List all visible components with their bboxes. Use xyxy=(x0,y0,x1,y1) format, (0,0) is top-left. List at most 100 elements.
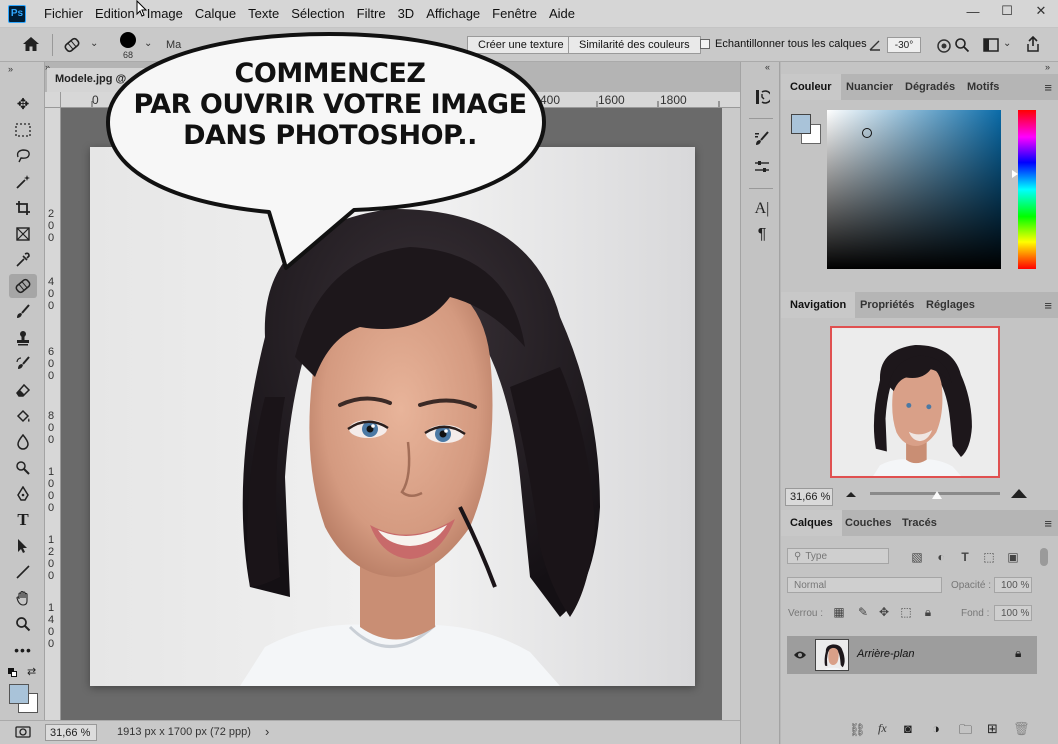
navigator-zoom-slider[interactable] xyxy=(870,491,1000,499)
healing-brush-tool-icon[interactable] xyxy=(9,274,37,298)
swap-colors-icon[interactable]: ⇄ xyxy=(27,665,36,678)
eraser-tool-icon[interactable] xyxy=(9,378,37,402)
move-tool-icon[interactable]: ✥ xyxy=(9,92,37,116)
fill-input[interactable]: 100 % xyxy=(994,605,1032,621)
zoom-slider-handle[interactable] xyxy=(932,491,942,499)
layer-filter-select[interactable]: ⚲ Type xyxy=(787,548,889,564)
tab-couleur[interactable]: Couleur xyxy=(781,74,841,100)
tab-traces[interactable]: Tracés xyxy=(893,510,946,536)
layer-style-icon[interactable]: fx xyxy=(878,721,887,736)
checkbox-box[interactable] xyxy=(700,39,710,49)
link-layers-icon[interactable]: ⛓ xyxy=(849,722,866,738)
status-arrow-icon[interactable]: › xyxy=(265,724,269,739)
maximize-button[interactable]: ☐ xyxy=(990,0,1024,22)
tab-calques[interactable]: Calques xyxy=(781,510,842,536)
line-tool-icon[interactable] xyxy=(9,560,37,584)
vertical-ruler[interactable]: 2 0 0 4 0 0 6 0 0 8 0 0 1 0 0 0 1 2 0 0 … xyxy=(45,108,61,720)
zoom-out-icon[interactable] xyxy=(845,490,857,498)
filter-shape-icon[interactable]: ⬚ xyxy=(981,550,997,564)
brush-settings-icon[interactable] xyxy=(751,128,773,150)
character-panel-icon[interactable]: A| xyxy=(751,198,773,220)
workspace-icon[interactable] xyxy=(983,38,999,52)
blur-tool-icon[interactable] xyxy=(9,430,37,454)
menu-affichage[interactable]: Affichage xyxy=(420,6,486,21)
marquee-tool-icon[interactable] xyxy=(9,118,37,142)
pen-tool-icon[interactable] xyxy=(9,482,37,506)
home-icon[interactable] xyxy=(22,36,40,52)
panel-menu-icon[interactable]: ≡ xyxy=(1044,80,1052,95)
vertical-scrollbar[interactable] xyxy=(722,108,740,720)
tab-proprietes[interactable]: Propriétés xyxy=(851,292,923,318)
layer-row[interactable]: Arrière-plan 🔒︎ xyxy=(787,636,1037,674)
lock-position-icon[interactable]: ✥ xyxy=(876,605,892,619)
color-similarity-button[interactable]: Similarité des couleurs xyxy=(568,36,701,54)
collapse-arrows-icon[interactable]: « xyxy=(765,62,770,72)
ruler-corner[interactable] xyxy=(45,92,61,108)
add-mask-icon[interactable]: ◙ xyxy=(904,721,912,736)
lock-all-icon[interactable]: 🔒︎ xyxy=(920,605,936,620)
angle-input[interactable]: -30° xyxy=(887,37,921,53)
filter-pixel-icon[interactable]: ▧ xyxy=(909,550,925,564)
share-icon[interactable] xyxy=(1026,36,1040,52)
sample-all-layers-checkbox[interactable]: Echantillonner tous les calques xyxy=(700,38,867,50)
zoom-in-icon[interactable] xyxy=(1010,487,1028,499)
panel-foreground-swatch[interactable] xyxy=(791,114,811,134)
magic-wand-tool-icon[interactable] xyxy=(9,170,37,194)
blend-mode-select[interactable]: Normal xyxy=(787,577,942,593)
filter-smart-object-icon[interactable]: ▣ xyxy=(1005,550,1021,564)
tab-motifs[interactable]: Motifs xyxy=(958,74,1008,100)
menu-3d[interactable]: 3D xyxy=(392,6,421,21)
layer-lock-icon[interactable]: 🔒︎ xyxy=(1015,646,1021,661)
menu-selection[interactable]: Sélection xyxy=(285,6,350,21)
new-adjustment-layer-icon[interactable]: ◑ xyxy=(932,721,940,736)
tab-reglages[interactable]: Réglages xyxy=(917,292,984,318)
pressure-icon[interactable] xyxy=(936,38,952,54)
visibility-eye-icon[interactable] xyxy=(793,650,807,660)
new-layer-icon[interactable]: ⊞ xyxy=(987,721,998,737)
menu-aide[interactable]: Aide xyxy=(543,6,581,21)
collapse-arrows-icon[interactable]: » xyxy=(8,64,13,74)
close-button[interactable]: ✕ xyxy=(1024,0,1058,22)
clone-stamp-tool-icon[interactable] xyxy=(9,326,37,350)
more-tools-icon[interactable]: ••• xyxy=(9,638,37,662)
quick-mask-status-icon[interactable] xyxy=(15,726,31,738)
panel-menu-icon[interactable]: ≡ xyxy=(1044,516,1052,531)
tab-degrades[interactable]: Dégradés xyxy=(896,74,964,100)
lock-artboard-icon[interactable]: ⬚ xyxy=(898,605,914,619)
filter-type-icon[interactable]: T xyxy=(957,550,973,564)
frame-tool-icon[interactable] xyxy=(9,222,37,246)
tab-navigation[interactable]: Navigation xyxy=(781,292,856,318)
photoshop-logo[interactable]: Ps xyxy=(8,4,26,23)
panel-menu-icon[interactable]: ≡ xyxy=(1044,298,1052,313)
collapse-arrows-icon[interactable]: » xyxy=(1045,62,1050,72)
filter-toggle[interactable] xyxy=(1040,548,1048,566)
brush-tool-icon[interactable] xyxy=(9,300,37,324)
filter-adjustment-icon[interactable]: ◐ xyxy=(933,550,949,564)
workspace-chevron-icon[interactable]: ⌄ xyxy=(1003,38,1011,49)
search-icon[interactable] xyxy=(954,37,970,53)
tab-nuancier[interactable]: Nuancier xyxy=(837,74,902,100)
menu-filtre[interactable]: Filtre xyxy=(351,6,392,21)
dodge-tool-icon[interactable] xyxy=(9,456,37,480)
menu-fenetre[interactable]: Fenêtre xyxy=(486,6,543,21)
default-colors-icon[interactable] xyxy=(8,668,18,678)
history-panel-icon[interactable] xyxy=(751,86,773,108)
foreground-color-swatch[interactable] xyxy=(9,684,29,704)
menu-calque[interactable]: Calque xyxy=(189,6,242,21)
menu-fichier[interactable]: Fichier xyxy=(38,6,89,21)
menu-edition[interactable]: Edition xyxy=(89,6,141,21)
healing-brush-icon[interactable] xyxy=(62,36,82,54)
minimize-button[interactable]: — xyxy=(956,0,990,22)
paragraph-panel-icon[interactable]: ¶ xyxy=(751,224,773,246)
adjustments-sliders-icon[interactable] xyxy=(751,156,773,178)
lock-image-icon[interactable]: ✎ xyxy=(855,605,871,619)
zoom-tool-icon[interactable] xyxy=(9,612,37,636)
hue-slider[interactable] xyxy=(1012,110,1036,269)
navigator-thumbnail[interactable] xyxy=(830,326,1000,478)
saturation-brightness-field[interactable] xyxy=(827,110,1001,269)
lasso-tool-icon[interactable] xyxy=(9,144,37,168)
status-zoom-field[interactable]: 31,66 % xyxy=(45,724,97,741)
new-group-icon[interactable]: 🗀︎ xyxy=(959,721,972,743)
paint-bucket-tool-icon[interactable] xyxy=(9,404,37,428)
history-brush-tool-icon[interactable] xyxy=(9,352,37,376)
